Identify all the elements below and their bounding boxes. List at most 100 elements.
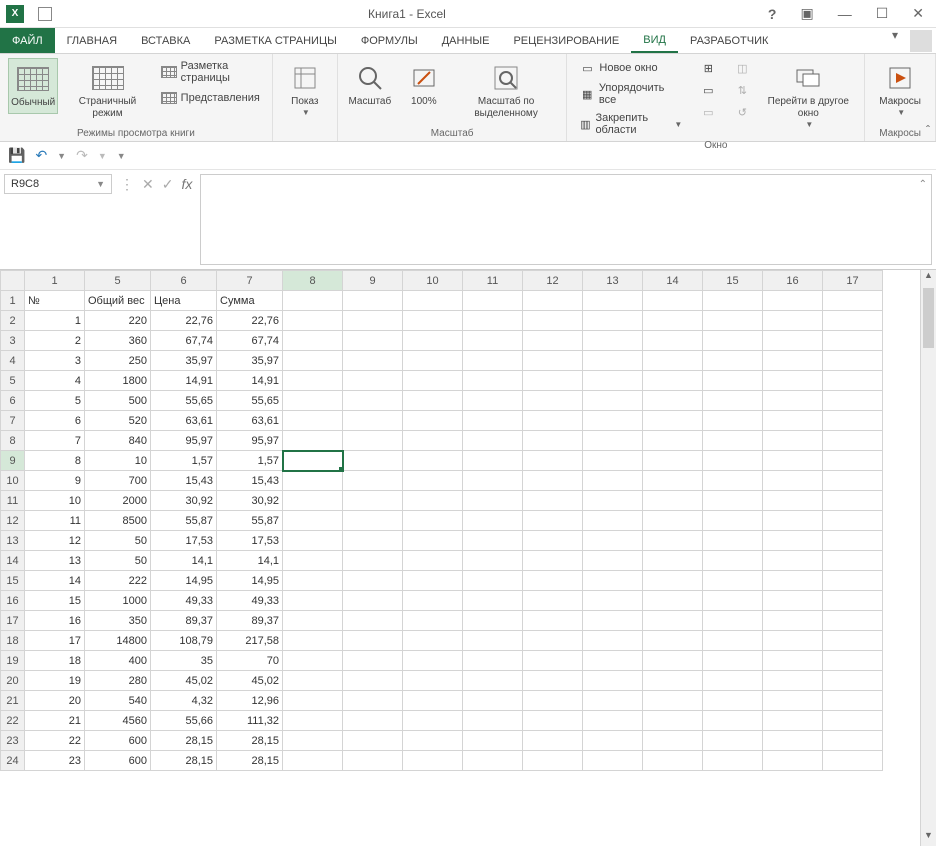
column-header[interactable]: 13: [583, 271, 643, 291]
cell[interactable]: [343, 691, 403, 711]
cell[interactable]: [343, 591, 403, 611]
cell[interactable]: 14,91: [217, 371, 283, 391]
cell[interactable]: [703, 551, 763, 571]
ribbon-display-options-icon[interactable]: ▣: [794, 3, 819, 24]
cell[interactable]: 8500: [85, 511, 151, 531]
cell[interactable]: [343, 351, 403, 371]
cell[interactable]: 28,15: [151, 751, 217, 771]
cell[interactable]: [703, 691, 763, 711]
cell[interactable]: [703, 731, 763, 751]
cell[interactable]: Общий вес: [85, 291, 151, 311]
cell[interactable]: [583, 731, 643, 751]
cell[interactable]: [403, 391, 463, 411]
cell[interactable]: 8: [25, 451, 85, 471]
zoom-button[interactable]: Масштаб: [346, 58, 394, 112]
cell[interactable]: [523, 731, 583, 751]
cell[interactable]: [823, 491, 883, 511]
maximize-icon[interactable]: ☐: [870, 3, 895, 24]
user-avatar-icon[interactable]: [910, 30, 932, 52]
normal-view-button[interactable]: Обычный: [8, 58, 58, 114]
cell[interactable]: [523, 431, 583, 451]
cell[interactable]: 28,15: [217, 731, 283, 751]
cell[interactable]: [763, 611, 823, 631]
cell[interactable]: [643, 671, 703, 691]
cell[interactable]: [523, 631, 583, 651]
view-side-by-side-button[interactable]: ◫: [730, 58, 754, 78]
cell[interactable]: [403, 571, 463, 591]
cell[interactable]: [523, 371, 583, 391]
undo-button[interactable]: ↶: [35, 147, 47, 164]
cell[interactable]: 55,65: [151, 391, 217, 411]
row-header[interactable]: 13: [1, 531, 25, 551]
cell[interactable]: 250: [85, 351, 151, 371]
cell[interactable]: [583, 611, 643, 631]
chevron-down-icon[interactable]: ▼: [96, 179, 105, 189]
cell[interactable]: 5: [25, 391, 85, 411]
cell[interactable]: [283, 631, 343, 651]
tab-formulas[interactable]: ФОРМУЛЫ: [349, 28, 430, 53]
cell[interactable]: [703, 491, 763, 511]
cell[interactable]: [343, 331, 403, 351]
cell[interactable]: [403, 451, 463, 471]
cell[interactable]: [403, 611, 463, 631]
cell[interactable]: [583, 491, 643, 511]
cell[interactable]: 4: [25, 371, 85, 391]
cell[interactable]: [763, 411, 823, 431]
cell[interactable]: [763, 331, 823, 351]
cell[interactable]: [463, 451, 523, 471]
cell[interactable]: [523, 511, 583, 531]
cell[interactable]: [703, 411, 763, 431]
cell[interactable]: [283, 371, 343, 391]
cell[interactable]: [283, 391, 343, 411]
cell[interactable]: 49,33: [151, 591, 217, 611]
row-header[interactable]: 17: [1, 611, 25, 631]
show-button[interactable]: Показ▼: [281, 58, 329, 122]
cell[interactable]: [283, 331, 343, 351]
cell[interactable]: 1: [25, 311, 85, 331]
row-header[interactable]: 9: [1, 451, 25, 471]
cell[interactable]: [343, 371, 403, 391]
cell[interactable]: 14,1: [217, 551, 283, 571]
cell[interactable]: [823, 751, 883, 771]
cell[interactable]: 22,76: [151, 311, 217, 331]
cell[interactable]: 11: [25, 511, 85, 531]
cell[interactable]: [763, 751, 823, 771]
cell[interactable]: [763, 391, 823, 411]
cell[interactable]: [463, 471, 523, 491]
cell[interactable]: [703, 371, 763, 391]
cell[interactable]: 89,37: [217, 611, 283, 631]
cell[interactable]: [403, 291, 463, 311]
cell[interactable]: 16: [25, 611, 85, 631]
cell[interactable]: [823, 451, 883, 471]
cell[interactable]: [403, 711, 463, 731]
column-header[interactable]: 6: [151, 271, 217, 291]
tab-insert[interactable]: ВСТАВКА: [129, 28, 202, 53]
cell[interactable]: 12,96: [217, 691, 283, 711]
cell[interactable]: 1,57: [217, 451, 283, 471]
cell[interactable]: [343, 551, 403, 571]
cell[interactable]: 50: [85, 531, 151, 551]
cell[interactable]: [523, 751, 583, 771]
cell[interactable]: [283, 431, 343, 451]
cell[interactable]: [763, 731, 823, 751]
cell[interactable]: [523, 391, 583, 411]
cell[interactable]: [403, 351, 463, 371]
cell[interactable]: [583, 411, 643, 431]
cell[interactable]: [643, 291, 703, 311]
row-header[interactable]: 10: [1, 471, 25, 491]
cell[interactable]: [763, 351, 823, 371]
cell[interactable]: [583, 511, 643, 531]
name-box[interactable]: R9C8 ▼: [4, 174, 112, 194]
cell[interactable]: 2000: [85, 491, 151, 511]
cell[interactable]: [643, 611, 703, 631]
cell[interactable]: 2: [25, 331, 85, 351]
cell[interactable]: 220: [85, 311, 151, 331]
cell[interactable]: [463, 611, 523, 631]
cell[interactable]: 12: [25, 531, 85, 551]
cell[interactable]: [463, 691, 523, 711]
cell[interactable]: [583, 631, 643, 651]
cell[interactable]: [703, 471, 763, 491]
zoom-100-button[interactable]: 100%: [400, 58, 448, 112]
cell[interactable]: 14,95: [151, 571, 217, 591]
column-header[interactable]: 9: [343, 271, 403, 291]
